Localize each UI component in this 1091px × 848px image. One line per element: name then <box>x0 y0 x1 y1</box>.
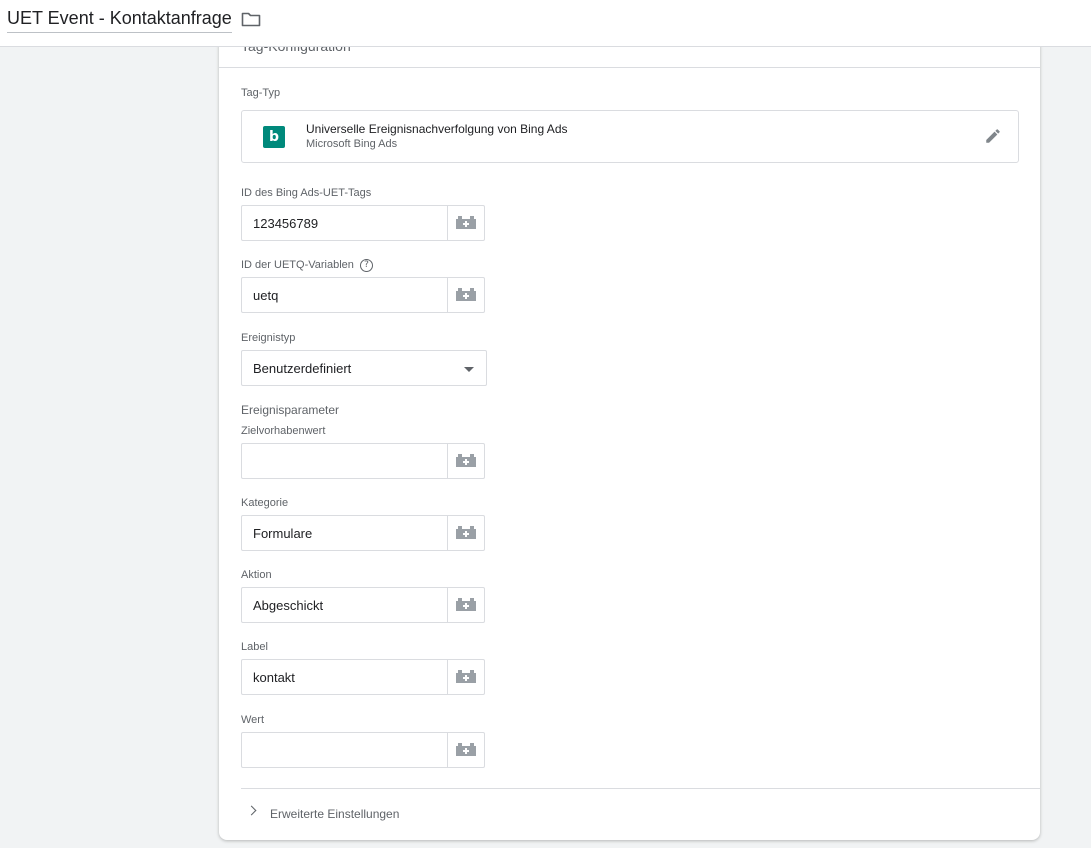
goal-value-field <box>241 443 485 479</box>
variable-picker-button[interactable] <box>447 660 484 694</box>
uetq-variable-input[interactable] <box>242 278 448 312</box>
divider <box>219 67 1040 68</box>
goal-value-input[interactable] <box>242 444 448 478</box>
event-type-value: Benutzerdefiniert <box>253 361 352 376</box>
uet-tag-id-input[interactable] <box>242 206 448 240</box>
tag-type-name: Universelle Ereignisnachverfolgung von B… <box>306 122 568 136</box>
folder-icon[interactable] <box>241 10 261 28</box>
category-field <box>241 515 485 551</box>
uet-tag-id-label: ID des Bing Ads-UET-Tags <box>241 187 372 199</box>
event-label-label: Label <box>241 641 268 653</box>
divider <box>241 788 1040 789</box>
advanced-settings-toggle[interactable]: Erweiterte Einstellungen <box>241 800 441 826</box>
value-input[interactable] <box>242 733 448 767</box>
variable-brick-icon <box>456 743 476 756</box>
tag-name-title[interactable]: UET Event - Kontaktanfrage <box>7 8 232 33</box>
variable-picker-button[interactable] <box>447 516 484 550</box>
tag-type-selector[interactable]: b Universelle Ereignisnachverfolgung von… <box>241 110 1019 163</box>
variable-brick-icon <box>456 670 476 683</box>
help-icon[interactable]: ? <box>360 259 373 272</box>
event-type-label: Ereignistyp <box>241 332 296 344</box>
variable-brick-icon <box>456 598 476 611</box>
chevron-right-icon <box>246 805 257 816</box>
event-label-input[interactable] <box>242 660 448 694</box>
variable-picker-button[interactable] <box>447 206 484 240</box>
event-parameters-heading: Ereignisparameter <box>241 403 340 417</box>
advanced-settings-label: Erweiterte Einstellungen <box>270 807 400 821</box>
dropdown-arrow-icon <box>464 367 474 372</box>
action-field <box>241 587 485 623</box>
event-label-field <box>241 659 485 695</box>
value-field <box>241 732 485 768</box>
variable-picker-button[interactable] <box>447 444 484 478</box>
uetq-variable-label: ID der UETQ-Variablen <box>241 259 354 271</box>
tag-type-label: Tag-Typ <box>241 87 281 99</box>
category-label: Kategorie <box>241 497 289 509</box>
top-bar: UET Event - Kontaktanfrage <box>0 0 1091 47</box>
action-input[interactable] <box>242 588 448 622</box>
action-label: Aktion <box>241 569 272 581</box>
goal-value-label: Zielvorhabenwert <box>241 425 326 437</box>
variable-picker-button[interactable] <box>447 588 484 622</box>
tag-type-vendor: Microsoft Bing Ads <box>306 138 398 150</box>
uet-tag-id-field <box>241 205 485 241</box>
variable-brick-icon <box>456 454 476 467</box>
pencil-icon[interactable] <box>984 127 1002 145</box>
uetq-variable-field <box>241 277 485 313</box>
category-input[interactable] <box>242 516 448 550</box>
variable-brick-icon <box>456 288 476 301</box>
variable-brick-icon <box>456 526 476 539</box>
bing-logo-icon: b <box>263 126 285 148</box>
variable-picker-button[interactable] <box>447 278 484 312</box>
tag-configuration-card: Tag-Konfiguration Tag-Typ b Universelle … <box>219 30 1040 840</box>
variable-brick-icon <box>456 216 476 229</box>
value-label: Wert <box>241 714 265 726</box>
event-type-select[interactable]: Benutzerdefiniert <box>241 350 487 386</box>
variable-picker-button[interactable] <box>447 733 484 767</box>
